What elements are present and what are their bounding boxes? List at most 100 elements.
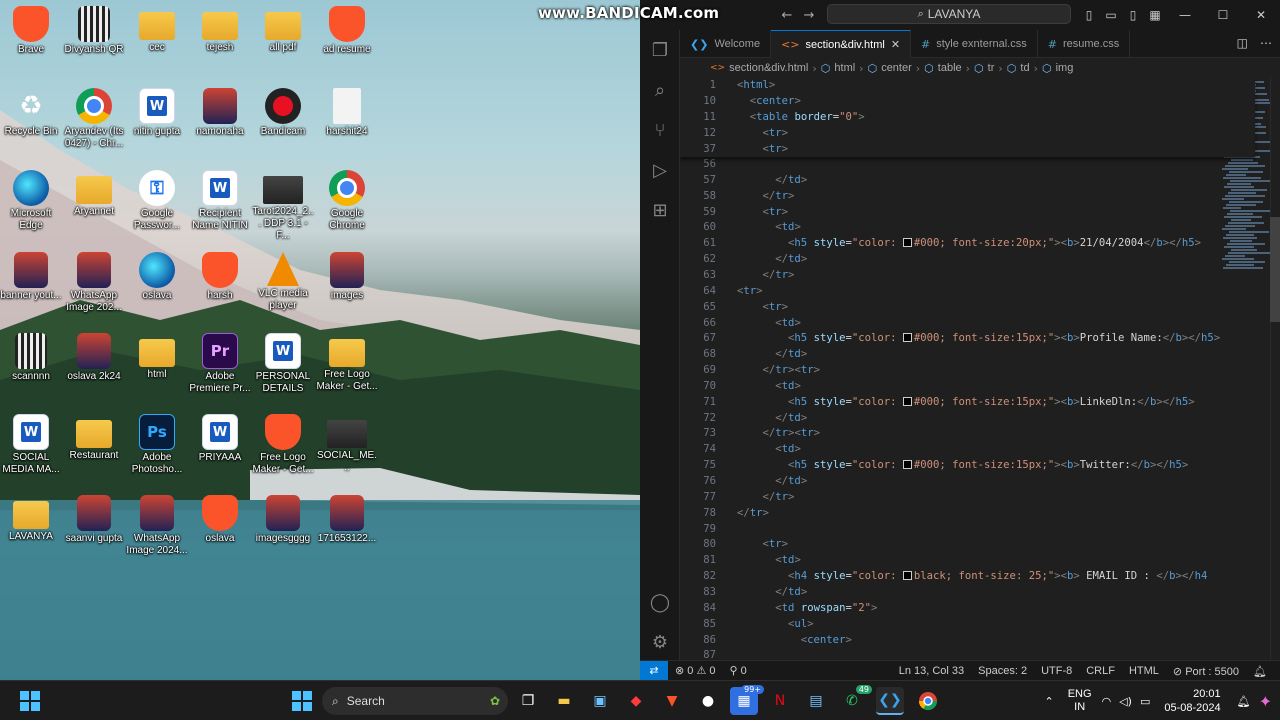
breadcrumb-item[interactable]: tr [988, 62, 995, 74]
code-line[interactable]: 65 <tr> [680, 299, 1255, 315]
desktop-icon[interactable]: Divyansh QR [63, 2, 125, 82]
netflix-icon[interactable]: N [766, 687, 794, 715]
toggle-secondary-sidebar-icon[interactable]: ▯ [1122, 8, 1144, 22]
desktop-icon[interactable]: Free Logo Maker - Get... [252, 410, 314, 490]
desktop-icon[interactable]: PERSONAL DETAILS [252, 329, 314, 409]
code-line[interactable]: 75 <h5 style="color: #000; font-size:15p… [680, 457, 1255, 473]
minimize-button[interactable]: — [1166, 8, 1204, 22]
code-line[interactable]: 73 </tr><tr> [680, 425, 1255, 441]
notifications-bell-icon[interactable]: 🔔︎ [1246, 665, 1274, 678]
desktop-icon[interactable]: WhatsApp Image 202... [63, 248, 125, 328]
copilot-icon[interactable]: ✦ [1257, 692, 1280, 711]
code-line[interactable]: 72 </td> [680, 410, 1255, 426]
desktop-icon[interactable]: ⚿ Google Passwor... [126, 166, 188, 246]
tab-resume-css[interactable]: # resume.css [1038, 30, 1131, 58]
taskbar-search[interactable]: ⌕ Search ✿ [322, 687, 508, 715]
language-indicator[interactable]: ENG IN [1062, 688, 1098, 714]
encoding[interactable]: UTF-8 [1034, 665, 1079, 677]
code-line[interactable]: 71 <h5 style="color: #000; font-size:15p… [680, 394, 1255, 410]
code-editor[interactable]: 1 <html> 10 <center> 11 <table border="0"> 1… [680, 77, 1280, 660]
desktop-icon[interactable]: oslava [189, 491, 251, 571]
desktop-icon[interactable]: cec [126, 2, 188, 82]
desktop-icon[interactable]: images [316, 248, 378, 328]
microsoft-store-icon[interactable]: ▣ [586, 687, 614, 715]
code-line[interactable]: 66 <td> [680, 315, 1255, 331]
app-diamond-icon[interactable]: ◆ [622, 687, 650, 715]
settings-gear-icon[interactable]: ⚙ [640, 622, 680, 662]
maximize-button[interactable]: ☐ [1204, 8, 1242, 22]
desktop-icon[interactable]: imagesgggg [252, 491, 314, 571]
code-line[interactable]: 68 </td> [680, 346, 1255, 362]
code-line[interactable]: 57 </td> [680, 172, 1255, 188]
code-line[interactable]: 83 </td> [680, 584, 1255, 600]
code-line[interactable]: 74 <td> [680, 441, 1255, 457]
code-line[interactable]: 60 <td> [680, 219, 1255, 235]
code-line[interactable]: 69 </tr><tr> [680, 362, 1255, 378]
language-mode[interactable]: HTML [1122, 665, 1166, 677]
breadcrumb-item[interactable]: center [881, 62, 912, 74]
sticky-code-line[interactable]: 12 <tr> [680, 125, 1255, 141]
file-explorer-icon[interactable]: ▬ [550, 687, 578, 715]
desktop-icon[interactable]: Pr Adobe Premiere Pr... [189, 329, 251, 409]
desktop-icon[interactable]: Free Logo Maker - Get... [316, 329, 378, 409]
scroll-thumb[interactable] [1270, 217, 1280, 322]
breadcrumb-item[interactable]: td [1020, 62, 1029, 74]
task-view-icon[interactable]: ❐ [514, 687, 542, 715]
more-actions-icon[interactable]: ⋯ [1260, 36, 1272, 50]
command-center[interactable]: ⌕ LAVANYA [827, 4, 1071, 24]
editor-scrollbar[interactable] [1270, 77, 1280, 660]
desktop-icon[interactable]: Aryannet [63, 166, 125, 246]
close-tab-icon[interactable]: ✕ [891, 38, 900, 51]
desktop-icon[interactable]: Bandicam [252, 84, 314, 164]
app-window-icon[interactable]: ▤ [802, 687, 830, 715]
code-line[interactable]: 82 <h4 style="color: black; font-size: 2… [680, 568, 1255, 584]
desktop-icon[interactable]: ♻ Recycle Bin [0, 84, 62, 164]
customize-layout-icon[interactable]: ▦ [1144, 8, 1166, 22]
extensions-icon[interactable]: ⊞ [640, 190, 680, 230]
desktop-icon[interactable]: Microsoft Edge [0, 166, 62, 246]
desktop-icon[interactable]: Aryandev (Its 0427) - Chr... [63, 84, 125, 164]
end-of-line[interactable]: CRLF [1079, 665, 1122, 677]
chrome-icon[interactable] [914, 687, 942, 715]
notifications-bell-icon[interactable]: 🔔︎ [1231, 695, 1257, 708]
brave-icon[interactable]: ▼ [658, 687, 686, 715]
desktop-icon[interactable]: oslava [126, 248, 188, 328]
forward-arrow-icon[interactable]: → [798, 8, 820, 23]
ports-indicator[interactable]: ⚲ 0 [723, 664, 754, 677]
wifi-icon[interactable]: ◠ [1098, 695, 1116, 708]
explorer-icon[interactable]: ❐ [640, 30, 680, 70]
app-circle-icon[interactable]: ● [694, 687, 722, 715]
desktop-icon[interactable]: PRIYAAA [189, 410, 251, 490]
whatsapp-icon[interactable]: ✆ 49 [838, 685, 872, 715]
split-editor-icon[interactable]: ◫ [1237, 36, 1248, 50]
desktop-icon[interactable]: 171653122... [316, 491, 378, 571]
desktop-icon[interactable]: harshit24 [316, 84, 378, 164]
cursor-position[interactable]: Ln 13, Col 33 [892, 665, 971, 677]
clock[interactable]: 20:01 05-08-2024 [1154, 687, 1230, 715]
desktop-icon[interactable]: Brave [0, 2, 62, 82]
desktop-icon[interactable]: LAVANYA [0, 491, 62, 571]
desktop-icon[interactable]: SOCIAL_ME... [316, 410, 378, 490]
remote-indicator-icon[interactable]: ⇄ [640, 660, 668, 680]
account-icon[interactable]: ◯ [640, 582, 680, 622]
desktop-icon[interactable]: SOCIAL MEDIA MA... [0, 410, 62, 490]
live-server-port[interactable]: ⊘ Port : 5500 [1166, 665, 1246, 678]
desktop-icon[interactable]: ad resume [316, 2, 378, 82]
code-line[interactable]: 63 </tr> [680, 267, 1255, 283]
desktop-icon[interactable]: VLC media player [252, 248, 314, 328]
toggle-primary-sidebar-icon[interactable]: ▯ [1078, 8, 1100, 22]
desktop-icon[interactable]: WhatsApp Image 2024... [126, 491, 188, 571]
tab-style-external-css[interactable]: # style exnternal.css [911, 30, 1038, 58]
chevron-up-icon[interactable]: ⌃ [1037, 695, 1062, 708]
code-line[interactable]: 80 <tr> [680, 536, 1255, 552]
code-line[interactable]: 70 <td> [680, 378, 1255, 394]
desktop-icon[interactable]: Google Chrome [316, 166, 378, 246]
back-arrow-icon[interactable]: ← [776, 8, 798, 23]
code-line[interactable]: 85 <ul> [680, 616, 1255, 632]
breadcrumb-item[interactable]: table [938, 62, 962, 74]
vscode-icon[interactable]: ❮❯ [876, 687, 904, 715]
code-line[interactable]: 64 <tr> [680, 283, 1255, 299]
desktop-icon[interactable]: html [126, 329, 188, 409]
code-line[interactable]: 87 [680, 647, 1255, 660]
desktop-icon[interactable]: Tarot2024_2... DDP 3.1 - F... [252, 166, 314, 246]
